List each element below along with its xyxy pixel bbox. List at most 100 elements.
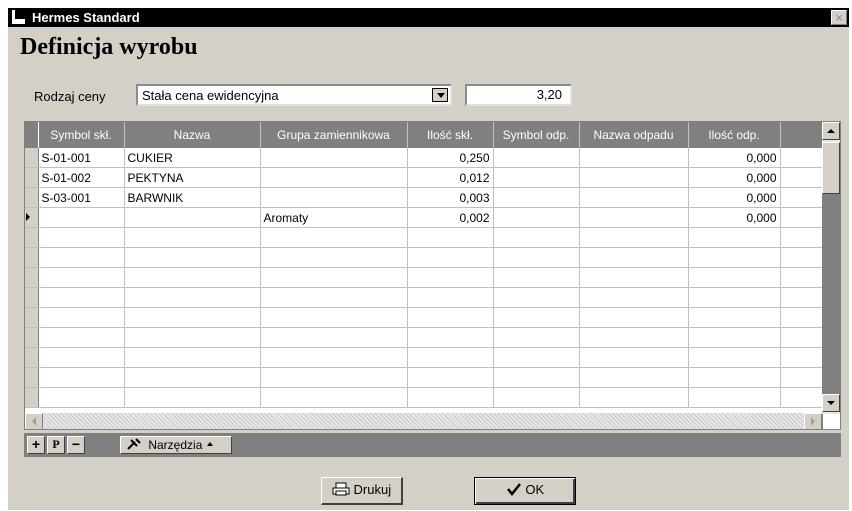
row-indicator[interactable] bbox=[25, 167, 39, 188]
grid-cell[interactable] bbox=[579, 327, 689, 348]
grid-cell[interactable] bbox=[493, 187, 580, 208]
grid-cell[interactable] bbox=[260, 367, 408, 388]
table-row[interactable]: S-03-001 BARWNIK 0,003 0,000 bbox=[25, 187, 824, 208]
grid-cell[interactable]: 0,003 bbox=[407, 187, 494, 208]
grid-cell[interactable] bbox=[124, 287, 261, 308]
tools-menu-button[interactable]: Narzędzia bbox=[120, 436, 232, 454]
grid-cell[interactable] bbox=[579, 267, 689, 288]
grid-cell[interactable] bbox=[260, 287, 408, 308]
grid-cell[interactable] bbox=[38, 227, 125, 248]
grid-cell[interactable] bbox=[407, 367, 494, 388]
grid-cell[interactable]: PEKTYNA bbox=[124, 167, 261, 188]
row-indicator[interactable] bbox=[25, 247, 39, 268]
grid-cell[interactable] bbox=[407, 347, 494, 368]
scroll-left-button[interactable] bbox=[25, 413, 43, 429]
grid-cell[interactable] bbox=[407, 307, 494, 328]
grid-cell[interactable] bbox=[493, 307, 580, 328]
grid-cell[interactable] bbox=[579, 287, 689, 308]
column-header[interactable]: Symbol skł. bbox=[38, 122, 125, 148]
grid-cell[interactable] bbox=[688, 327, 781, 348]
grid-cell[interactable] bbox=[493, 227, 580, 248]
table-row[interactable] bbox=[25, 327, 824, 348]
grid-cell[interactable] bbox=[579, 307, 689, 328]
grid-cell[interactable] bbox=[260, 247, 408, 268]
grid-cell[interactable] bbox=[688, 267, 781, 288]
grid-cell[interactable]: Aromaty bbox=[260, 207, 408, 228]
row-indicator[interactable] bbox=[25, 207, 39, 228]
p-button[interactable]: P bbox=[47, 436, 65, 454]
components-grid[interactable]: Symbol skł. Nazwa Grupa zamiennikowa Ilo… bbox=[24, 121, 841, 430]
column-header[interactable]: Ilość odp. bbox=[688, 122, 781, 148]
grid-cell[interactable] bbox=[493, 327, 580, 348]
grid-cell[interactable] bbox=[493, 267, 580, 288]
grid-cell[interactable]: S-01-001 bbox=[38, 148, 125, 168]
table-row[interactable] bbox=[25, 347, 824, 368]
grid-cell[interactable] bbox=[38, 307, 125, 328]
grid-cell[interactable] bbox=[260, 227, 408, 248]
grid-cell[interactable] bbox=[579, 347, 689, 368]
grid-cell[interactable] bbox=[493, 148, 580, 168]
grid-cell[interactable]: S-03-001 bbox=[38, 187, 125, 208]
grid-cell[interactable] bbox=[407, 287, 494, 308]
price-type-select[interactable]: Stała cena ewidencyjna bbox=[136, 84, 452, 106]
grid-cell[interactable] bbox=[407, 267, 494, 288]
horizontal-scrollbar[interactable] bbox=[25, 413, 822, 429]
scroll-track[interactable] bbox=[822, 194, 840, 394]
table-row[interactable] bbox=[25, 287, 824, 308]
grid-cell[interactable] bbox=[124, 387, 261, 408]
scroll-right-button[interactable] bbox=[804, 413, 822, 429]
table-row[interactable] bbox=[25, 307, 824, 328]
grid-cell[interactable] bbox=[688, 347, 781, 368]
grid-cell[interactable] bbox=[260, 187, 408, 208]
grid-cell[interactable]: S-01-002 bbox=[38, 167, 125, 188]
grid-cell[interactable]: 0,000 bbox=[688, 167, 781, 188]
grid-cell[interactable] bbox=[688, 287, 781, 308]
grid-cell[interactable] bbox=[124, 327, 261, 348]
row-indicator[interactable] bbox=[25, 267, 39, 288]
grid-cell[interactable] bbox=[38, 327, 125, 348]
grid-cell[interactable] bbox=[124, 247, 261, 268]
grid-cell[interactable]: 0,012 bbox=[407, 167, 494, 188]
grid-cell[interactable] bbox=[493, 287, 580, 308]
horizontal-track[interactable] bbox=[43, 413, 804, 429]
grid-cell[interactable] bbox=[688, 227, 781, 248]
table-row[interactable] bbox=[25, 267, 824, 288]
close-button[interactable]: × bbox=[831, 10, 847, 25]
grid-cell[interactable]: 0,002 bbox=[407, 207, 494, 228]
column-header[interactable]: Grupa zamiennikowa bbox=[260, 122, 408, 148]
column-header[interactable]: Nazwa odpadu bbox=[579, 122, 689, 148]
grid-cell[interactable] bbox=[260, 307, 408, 328]
table-row[interactable]: S-01-002 PEKTYNA 0,012 0,000 bbox=[25, 167, 824, 188]
grid-cell[interactable] bbox=[579, 207, 689, 228]
scroll-thumb[interactable] bbox=[822, 142, 840, 194]
grid-cell[interactable] bbox=[579, 167, 689, 188]
grid-cell[interactable] bbox=[38, 347, 125, 368]
print-button[interactable]: Drukuj bbox=[321, 477, 403, 505]
chevron-down-icon[interactable] bbox=[432, 88, 448, 102]
grid-cell[interactable] bbox=[124, 307, 261, 328]
grid-cell[interactable] bbox=[260, 347, 408, 368]
grid-cell[interactable] bbox=[260, 267, 408, 288]
table-row[interactable] bbox=[25, 387, 824, 408]
row-indicator[interactable] bbox=[25, 307, 39, 328]
column-header[interactable]: Nazwa bbox=[124, 122, 261, 148]
row-indicator[interactable] bbox=[25, 347, 39, 368]
grid-cell[interactable] bbox=[38, 287, 125, 308]
row-indicator[interactable] bbox=[25, 367, 39, 388]
grid-cell[interactable] bbox=[260, 167, 408, 188]
row-indicator[interactable] bbox=[25, 327, 39, 348]
grid-cell[interactable] bbox=[493, 387, 580, 408]
row-indicator[interactable] bbox=[25, 227, 39, 248]
grid-cell[interactable] bbox=[407, 247, 494, 268]
grid-cell[interactable] bbox=[688, 247, 781, 268]
grid-cell[interactable] bbox=[579, 247, 689, 268]
column-header[interactable]: Symbol odp. bbox=[493, 122, 580, 148]
scroll-up-button[interactable] bbox=[822, 122, 840, 140]
grid-cell[interactable]: 0,000 bbox=[688, 207, 781, 228]
grid-cell[interactable] bbox=[124, 267, 261, 288]
grid-cell[interactable] bbox=[38, 367, 125, 388]
grid-cell[interactable] bbox=[38, 207, 125, 228]
price-input[interactable]: 3,20 bbox=[465, 84, 572, 106]
remove-row-button[interactable]: − bbox=[67, 436, 85, 454]
row-indicator[interactable] bbox=[25, 187, 39, 208]
